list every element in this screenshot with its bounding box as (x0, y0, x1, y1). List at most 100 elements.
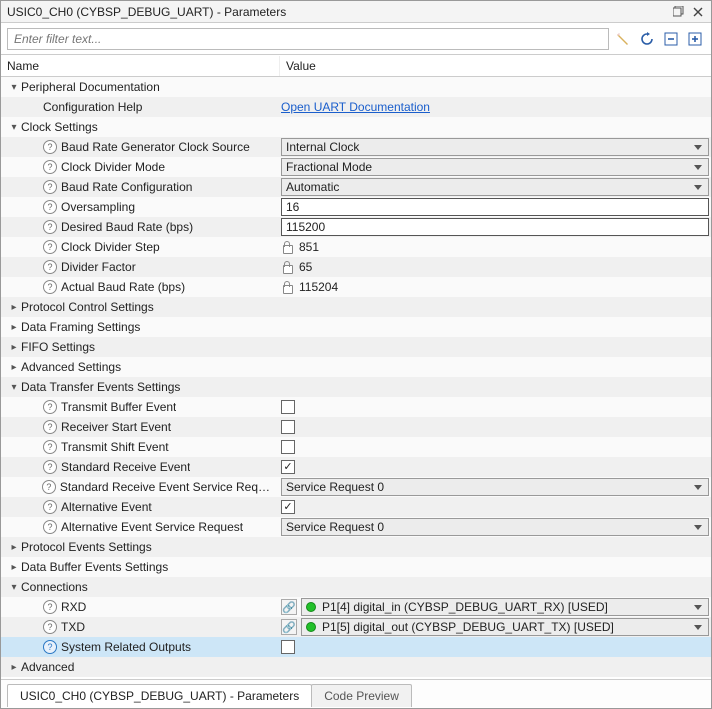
help-icon[interactable]: ? (43, 620, 57, 634)
tree-item-std-rx[interactable]: ?Standard Receive Event (1, 457, 711, 477)
tab-code-preview[interactable]: Code Preview (311, 684, 412, 707)
oversampling-input[interactable]: 16 (281, 198, 709, 216)
help-icon[interactable]: ? (43, 220, 57, 234)
chevron-right-icon[interactable]: ▸ (7, 660, 21, 674)
collapse-all-icon[interactable] (661, 29, 681, 49)
sys-outputs-checkbox[interactable] (281, 640, 295, 654)
lock-icon (281, 241, 293, 253)
chevron-down-icon[interactable]: ▾ (7, 380, 21, 394)
bottom-tabs: USIC0_CH0 (CYBSP_DEBUG_UART) - Parameter… (1, 679, 711, 707)
status-led-icon (306, 602, 316, 612)
help-icon[interactable]: ? (43, 460, 57, 474)
tree-item-desired-baud[interactable]: ?Desired Baud Rate (bps) 115200 (1, 217, 711, 237)
tree-item-sys-outputs[interactable]: ?System Related Outputs (1, 637, 711, 657)
window-title: USIC0_CH0 (CYBSP_DEBUG_UART) - Parameter… (7, 5, 286, 19)
tx-shift-checkbox[interactable] (281, 440, 295, 454)
baud-gen-src-select[interactable]: Internal Clock (281, 138, 709, 156)
help-icon[interactable]: ? (43, 400, 57, 414)
filter-input[interactable] (7, 28, 609, 50)
chevron-down-icon[interactable]: ▾ (7, 80, 21, 94)
filter-bar (1, 23, 711, 55)
tree-group-peripheral-doc[interactable]: ▾Peripheral Documentation (1, 77, 711, 97)
help-icon[interactable]: ? (43, 600, 57, 614)
uart-doc-link[interactable]: Open UART Documentation (281, 100, 430, 114)
tree-item-actual-baud: ?Actual Baud Rate (bps) 115204 (1, 277, 711, 297)
tab-parameters[interactable]: USIC0_CH0 (CYBSP_DEBUG_UART) - Parameter… (7, 684, 312, 707)
tree-item-rxd[interactable]: ?RXD 🔗 P1[4] digital_in (CYBSP_DEBUG_UAR… (1, 597, 711, 617)
tree-group-protocol-events[interactable]: ▸Protocol Events Settings (1, 537, 711, 557)
rxd-select[interactable]: P1[4] digital_in (CYBSP_DEBUG_UART_RX) [… (301, 598, 709, 616)
tree-item-txd[interactable]: ?TXD 🔗 P1[5] digital_out (CYBSP_DEBUG_UA… (1, 617, 711, 637)
help-icon[interactable]: ? (43, 140, 57, 154)
column-headers: Name Value (1, 55, 711, 77)
clear-filter-icon[interactable] (613, 29, 633, 49)
link-icon[interactable]: 🔗 (281, 619, 297, 635)
readonly-value: 115204 (299, 280, 338, 294)
help-icon[interactable]: ? (43, 280, 57, 294)
tree-item-config-help[interactable]: Configuration Help Open UART Documentati… (1, 97, 711, 117)
chevron-right-icon[interactable]: ▸ (7, 360, 21, 374)
help-icon[interactable]: ? (43, 200, 57, 214)
expand-all-icon[interactable] (685, 29, 705, 49)
tree-group-clock-settings[interactable]: ▾Clock Settings (1, 117, 711, 137)
help-icon[interactable]: ? (43, 520, 57, 534)
std-rx-checkbox[interactable] (281, 460, 295, 474)
chevron-down-icon[interactable]: ▾ (7, 120, 21, 134)
tree-group-protocol-ctrl[interactable]: ▸Protocol Control Settings (1, 297, 711, 317)
tree-item-clk-div-mode[interactable]: ?Clock Divider Mode Fractional Mode (1, 157, 711, 177)
alt-evt-srq-select[interactable]: Service Request 0 (281, 518, 709, 536)
chevron-right-icon[interactable]: ▸ (7, 560, 21, 574)
tree-group-data-framing[interactable]: ▸Data Framing Settings (1, 317, 711, 337)
chevron-right-icon[interactable]: ▸ (7, 300, 21, 314)
close-icon[interactable] (691, 5, 705, 19)
baud-rate-cfg-select[interactable]: Automatic (281, 178, 709, 196)
tree-group-advanced[interactable]: ▸Advanced (1, 657, 711, 677)
help-icon[interactable]: ? (43, 240, 57, 254)
txd-select[interactable]: P1[5] digital_out (CYBSP_DEBUG_UART_TX) … (301, 618, 709, 636)
help-icon[interactable]: ? (43, 260, 57, 274)
chevron-down-icon[interactable]: ▾ (7, 580, 21, 594)
help-icon[interactable]: ? (43, 640, 57, 654)
tree-group-data-transfer[interactable]: ▾Data Transfer Events Settings (1, 377, 711, 397)
tree-item-tx-buf[interactable]: ?Transmit Buffer Event (1, 397, 711, 417)
tree-group-data-buffer-events[interactable]: ▸Data Buffer Events Settings (1, 557, 711, 577)
desired-baud-input[interactable]: 115200 (281, 218, 709, 236)
lock-icon (281, 281, 293, 293)
std-rx-srq-select[interactable]: Service Request 0 (281, 478, 709, 496)
tree-item-oversampling[interactable]: ?Oversampling 16 (1, 197, 711, 217)
tree-item-alt-evt[interactable]: ?Alternative Event (1, 497, 711, 517)
clk-div-mode-select[interactable]: Fractional Mode (281, 158, 709, 176)
tree-item-div-factor: ?Divider Factor 65 (1, 257, 711, 277)
tree-item-std-rx-srq[interactable]: ?Standard Receive Event Service Request … (1, 477, 711, 497)
restore-icon[interactable] (671, 5, 685, 19)
tree-item-baud-gen-src[interactable]: ?Baud Rate Generator Clock Source Intern… (1, 137, 711, 157)
help-icon[interactable]: ? (43, 160, 57, 174)
status-led-icon (306, 622, 316, 632)
help-icon[interactable]: ? (43, 180, 57, 194)
parameter-tree: ▾Peripheral Documentation Configuration … (1, 77, 711, 679)
alt-evt-checkbox[interactable] (281, 500, 295, 514)
chevron-right-icon[interactable]: ▸ (7, 540, 21, 554)
chevron-right-icon[interactable]: ▸ (7, 320, 21, 334)
tx-buf-checkbox[interactable] (281, 400, 295, 414)
column-value-header[interactable]: Value (279, 56, 711, 76)
help-icon[interactable]: ? (43, 420, 57, 434)
tree-item-rx-start[interactable]: ?Receiver Start Event (1, 417, 711, 437)
tree-item-alt-evt-srq[interactable]: ?Alternative Event Service Request Servi… (1, 517, 711, 537)
chevron-right-icon[interactable]: ▸ (7, 340, 21, 354)
tree-group-advanced-settings[interactable]: ▸Advanced Settings (1, 357, 711, 377)
tree-group-connections[interactable]: ▾Connections (1, 577, 711, 597)
tree-item-baud-rate-cfg[interactable]: ?Baud Rate Configuration Automatic (1, 177, 711, 197)
tree-item-tx-shift[interactable]: ?Transmit Shift Event (1, 437, 711, 457)
help-icon[interactable]: ? (43, 500, 57, 514)
rx-start-checkbox[interactable] (281, 420, 295, 434)
title-bar: USIC0_CH0 (CYBSP_DEBUG_UART) - Parameter… (1, 1, 711, 23)
link-icon[interactable]: 🔗 (281, 599, 297, 615)
column-name-header[interactable]: Name (1, 56, 279, 76)
help-icon[interactable]: ? (42, 480, 56, 494)
lock-icon (281, 261, 293, 273)
help-icon[interactable]: ? (43, 440, 57, 454)
refresh-icon[interactable] (637, 29, 657, 49)
readonly-value: 851 (299, 240, 319, 254)
tree-group-fifo[interactable]: ▸FIFO Settings (1, 337, 711, 357)
